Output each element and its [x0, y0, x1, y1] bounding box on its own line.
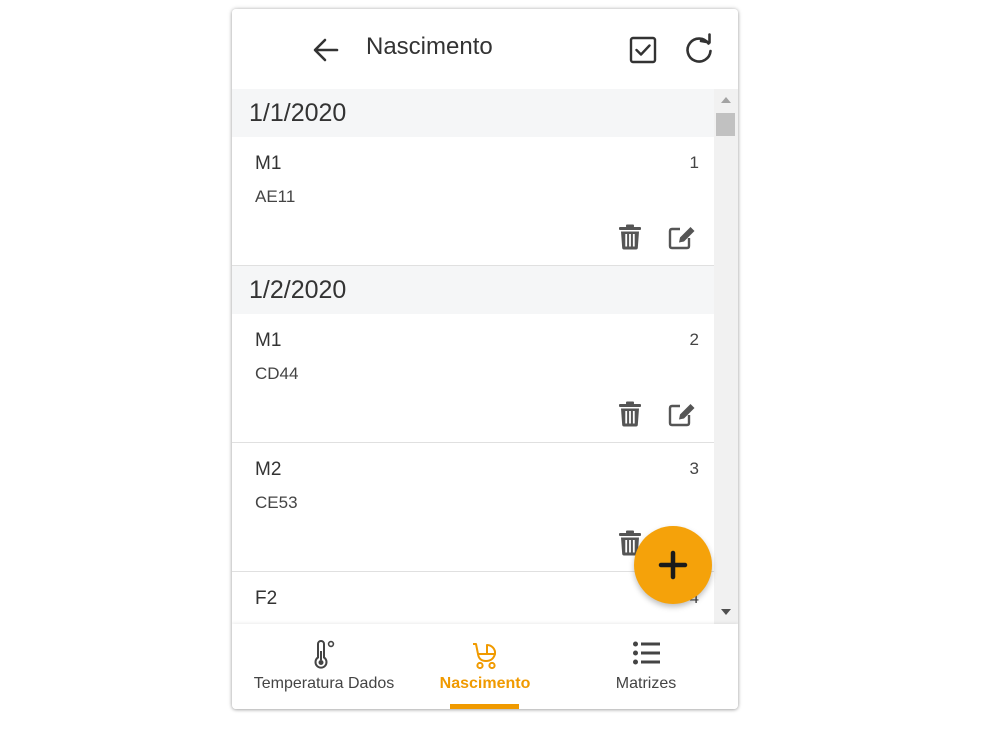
item-number: 2 — [689, 330, 699, 349]
arrow-left-icon — [313, 38, 339, 62]
item-name: M2 — [255, 459, 282, 480]
list-item[interactable]: M1 CD44 2 — [232, 314, 714, 443]
item-name: F2 — [255, 588, 278, 609]
delete-button[interactable] — [618, 401, 642, 427]
edit-icon — [668, 227, 695, 250]
scroll-thumb[interactable] — [716, 113, 735, 136]
active-tab-indicator — [450, 704, 519, 709]
edit-icon — [668, 404, 695, 427]
thermometer-icon — [314, 640, 335, 669]
list-icon — [633, 641, 660, 665]
edit-button[interactable] — [668, 401, 696, 427]
scroll-down-arrow[interactable] — [721, 609, 731, 615]
page-title: Nascimento — [366, 33, 493, 60]
item-name: M1 — [255, 330, 282, 351]
nav-temperatura-dados[interactable]: Temperatura Dados — [232, 624, 416, 709]
plus-icon — [658, 550, 688, 580]
trash-icon — [619, 401, 641, 427]
delete-button[interactable] — [618, 224, 642, 250]
trash-icon — [619, 224, 641, 250]
app-window: Nascimento 1/1/2020 M1 AE11 1 1/2/2020 M… — [232, 9, 738, 709]
date-header: 1/2/2020 — [232, 266, 714, 314]
bottom-navigation: Temperatura Dados Nascimento Matrizes — [232, 624, 738, 709]
baby-carriage-icon — [473, 643, 497, 670]
nav-label: Temperatura Dados — [253, 675, 395, 692]
item-code: CD44 — [255, 364, 299, 383]
nav-nascimento[interactable]: Nascimento — [416, 624, 554, 709]
back-button[interactable] — [310, 34, 342, 66]
checkbox-icon — [629, 36, 657, 64]
select-all-button[interactable] — [628, 35, 658, 65]
nav-matrizes[interactable]: Matrizes — [572, 624, 720, 709]
date-header: 1/1/2020 — [232, 89, 714, 137]
list-item[interactable]: M1 AE11 1 — [232, 137, 714, 266]
item-code: CE53 — [255, 493, 298, 512]
item-code: AE11 — [255, 187, 296, 206]
refresh-icon — [686, 33, 712, 63]
list-scrollbar[interactable] — [714, 89, 738, 624]
edit-button[interactable] — [668, 224, 696, 250]
item-number: 3 — [689, 459, 699, 478]
item-number: 1 — [689, 153, 699, 172]
item-name: M1 — [255, 153, 282, 174]
refresh-button[interactable] — [682, 33, 716, 67]
app-header: Nascimento — [232, 9, 738, 90]
nav-label: Matrizes — [615, 675, 677, 692]
scroll-up-arrow[interactable] — [721, 97, 731, 103]
add-button[interactable] — [634, 526, 712, 604]
nav-label: Nascimento — [439, 675, 531, 692]
